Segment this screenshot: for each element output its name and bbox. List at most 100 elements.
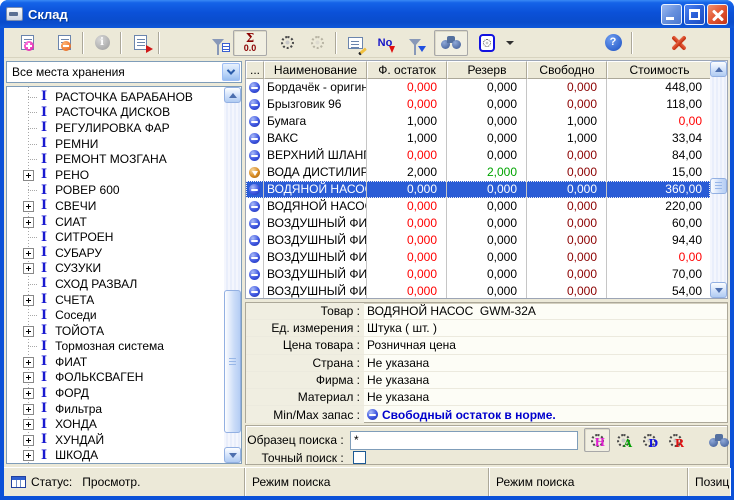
table-row[interactable]: ВОДА ДИСТИЛИРО2,0002,0000,00015,00 xyxy=(246,164,710,181)
table-row[interactable]: ВОЗДУШНЫЙ ФИ.0,0000,0000,00054,00 xyxy=(246,283,710,298)
column-header[interactable]: Стоимость xyxy=(607,61,711,79)
column-header[interactable]: Ф. остаток xyxy=(367,61,447,79)
search-pattern-input[interactable] xyxy=(350,431,578,450)
column-header[interactable]: Наименование xyxy=(264,61,367,79)
table-scroll-down-button[interactable] xyxy=(710,282,727,298)
minimize-icon xyxy=(666,17,674,20)
tree-item[interactable]: IФИАТ xyxy=(7,354,224,370)
storage-combobox[interactable]: Все места хранения xyxy=(6,61,242,83)
tree-item[interactable]: IРЕМНИ xyxy=(7,136,224,152)
tree-scrollbar[interactable] xyxy=(224,87,241,463)
tree-item[interactable]: IРАСТОЧКА БАРАБАНОВ xyxy=(7,89,224,105)
column-header[interactable]: Свободно xyxy=(527,61,607,79)
reserve-cell: 0,000 xyxy=(447,198,527,215)
expand-plus-icon[interactable] xyxy=(23,201,34,212)
tree-item[interactable]: IСЧЕТА xyxy=(7,292,224,308)
tree-item[interactable]: IРАСТОЧКА ДИСКОВ xyxy=(7,105,224,121)
notes-button[interactable] xyxy=(340,30,370,56)
column-header[interactable]: Резерв xyxy=(447,61,527,79)
expand-plus-icon[interactable] xyxy=(23,357,34,368)
table-row[interactable]: Бумага1,0000,0001,0000,00 xyxy=(246,113,710,130)
tree-item[interactable]: IСВЕЧИ xyxy=(7,198,224,214)
tree-item[interactable]: IСоседи xyxy=(7,307,224,323)
recalc-button[interactable] xyxy=(272,30,302,56)
table-row[interactable]: ВОДЯНОЙ НАСОС0,0000,0000,000220,00 xyxy=(246,198,710,215)
title-bar[interactable]: Склад xyxy=(0,0,734,28)
minimize-button[interactable] xyxy=(661,4,682,25)
tree-item[interactable]: IФОЛЬКСВАГЕН xyxy=(7,370,224,386)
tree-scroll-down-button[interactable] xyxy=(224,447,241,463)
table-row[interactable]: Брызговик 960,0000,0000,000118,00 xyxy=(246,96,710,113)
edit-item-button[interactable] xyxy=(125,30,155,56)
table-row[interactable]: ВАКС1,0000,0001,00033,04 xyxy=(246,130,710,147)
table-row[interactable]: ВОЗДУШНЫЙ ФИ.0,0000,0000,00060,00 xyxy=(246,215,710,232)
expand-plus-icon[interactable] xyxy=(23,295,34,306)
tree-item[interactable]: IРЕМОНТ МОЗГАНА xyxy=(7,151,224,167)
table-row[interactable]: ВОЗДУШНЫЙ ФИ.0,0000,0000,00070,00 xyxy=(246,266,710,283)
stock-item-icon xyxy=(249,116,260,127)
expand-plus-icon[interactable] xyxy=(23,450,34,461)
search-pattern-label: Образец поиска : xyxy=(246,433,350,447)
expand-plus-icon[interactable] xyxy=(23,388,34,399)
category-icon: I xyxy=(41,90,47,103)
tree-item[interactable]: IРЕГУЛИРОВКА ФАР xyxy=(7,120,224,136)
fact-balance-cell: 1,000 xyxy=(367,130,447,147)
table-row[interactable]: ВЕРХНИЙ ШЛАНГ Р0,0000,0000,00084,00 xyxy=(246,147,710,164)
info-button[interactable]: i xyxy=(87,30,117,56)
expand-plus-icon[interactable] xyxy=(23,217,34,228)
find-toggle-button[interactable] xyxy=(434,30,468,56)
fact-balance-cell: 0,000 xyxy=(367,198,447,215)
view-options-dropdown[interactable] xyxy=(502,30,518,56)
expand-plus-icon[interactable] xyxy=(23,248,34,259)
expand-plus-icon[interactable] xyxy=(23,326,34,337)
table-scroll-up-button[interactable] xyxy=(710,61,727,77)
expand-plus-icon[interactable] xyxy=(23,372,34,383)
recalc-all-button[interactable] xyxy=(302,30,332,56)
expand-plus-icon[interactable] xyxy=(23,435,34,446)
combobox-dropdown-button[interactable] xyxy=(222,63,240,81)
expand-plus-icon[interactable] xyxy=(23,263,34,274)
help-button[interactable]: ? xyxy=(598,30,628,56)
close-button[interactable] xyxy=(707,4,728,25)
tree-item[interactable]: IТормозная система xyxy=(7,339,224,355)
status-cell-search-mode-2: Режим поиска xyxy=(489,468,688,496)
filter-button[interactable] xyxy=(203,30,233,56)
tree-item[interactable]: IФОРД xyxy=(7,385,224,401)
category-icon: I xyxy=(41,168,47,181)
column-header[interactable]: ... xyxy=(246,61,264,79)
tree-item[interactable]: IРОВЕР 600 xyxy=(7,183,224,199)
tree-item[interactable]: IШКОДА xyxy=(7,448,224,464)
tree-item[interactable]: IТОЙОТА xyxy=(7,323,224,339)
tree-item[interactable]: IСУБАРУ xyxy=(7,245,224,261)
delete-item-button[interactable] xyxy=(49,30,79,56)
filter-apply-button[interactable] xyxy=(400,30,430,56)
details-label: Товар : xyxy=(246,303,364,319)
table-row[interactable]: ВОЗДУШНЫЙ ФИ.0,0000,0000,00094,40 xyxy=(246,232,710,249)
tree-item[interactable]: IРЕНО xyxy=(7,167,224,183)
table-row-selected[interactable]: ВОДЯНОЙ НАСОС0,0000,0000,000360,00 xyxy=(246,181,710,198)
view-options-button[interactable] xyxy=(472,30,502,56)
expand-plus-icon[interactable] xyxy=(23,419,34,430)
exit-button[interactable] xyxy=(664,30,694,56)
table-row[interactable]: Бордачёк - оригина0,0000,0000,000448,00 xyxy=(246,79,710,96)
tree-item[interactable]: IСИАТ xyxy=(7,214,224,230)
tree-item[interactable]: IСХОД РАЗВАЛ xyxy=(7,276,224,292)
tree-item[interactable]: IХУНДАЙ xyxy=(7,432,224,448)
table-scrollbar[interactable] xyxy=(710,61,727,298)
tree-scroll-up-button[interactable] xyxy=(224,87,241,103)
sum-toggle-button[interactable]: Σ0.0 xyxy=(233,30,267,56)
maximize-button[interactable] xyxy=(684,4,705,25)
add-item-icon xyxy=(21,35,34,50)
table-row[interactable]: ВОЗДУШНЫЙ ФИ.0,0000,0000,0000,00 xyxy=(246,249,710,266)
no-filter-button[interactable]: No xyxy=(370,30,400,56)
tree-item[interactable]: IСИТРОЕН xyxy=(7,229,224,245)
expand-plus-icon[interactable] xyxy=(23,404,34,415)
add-item-button[interactable] xyxy=(12,30,42,56)
tree-scroll-thumb[interactable] xyxy=(224,290,241,433)
tree-item[interactable]: IФильтра xyxy=(7,401,224,417)
table-scroll-thumb[interactable] xyxy=(710,178,727,194)
tree-item[interactable]: IСУЗУКИ xyxy=(7,261,224,277)
exact-search-checkbox[interactable] xyxy=(353,451,366,464)
expand-plus-icon[interactable] xyxy=(23,170,34,181)
tree-item[interactable]: IХОНДА xyxy=(7,416,224,432)
